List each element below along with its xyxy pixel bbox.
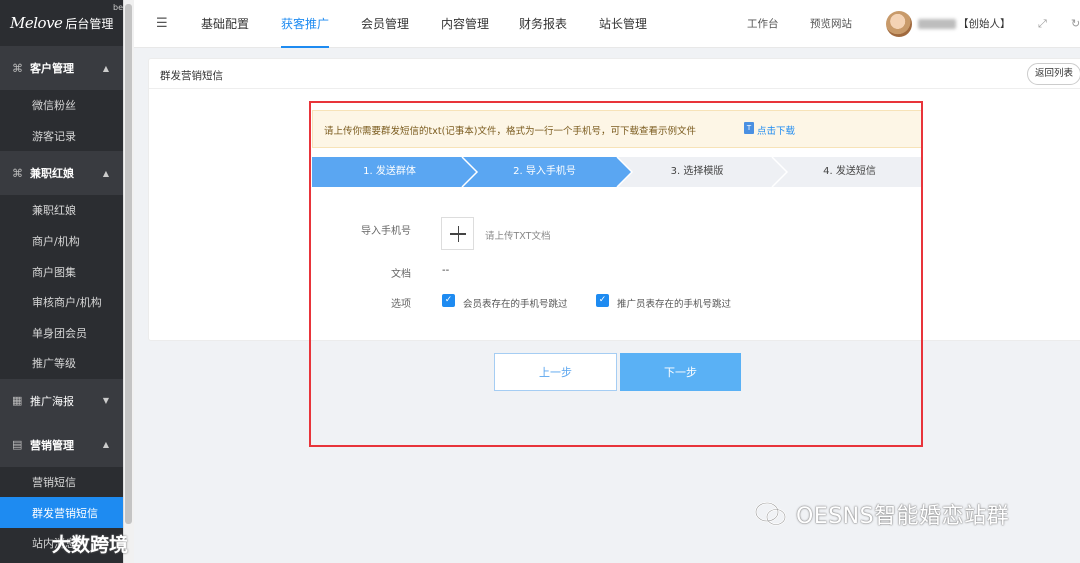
document-icon: T	[744, 122, 754, 134]
logo-script: Melove	[10, 14, 63, 32]
menu-toggle-icon[interactable]: ☰	[156, 16, 168, 31]
user-group-icon: ⌘	[12, 61, 23, 75]
sidebar-group-label: 推广海报	[30, 394, 74, 408]
tab-customer-acquisition[interactable]: 获客推广	[281, 0, 330, 48]
import-phone-label: 导入手机号	[361, 226, 411, 237]
skip-promoter-phones-label[interactable]: 推广员表存在的手机号跳过	[617, 296, 731, 310]
sidebar-item-visitor-records[interactable]: 游客记录	[0, 120, 123, 152]
sidebar-group-label: 客户管理	[30, 62, 74, 75]
sidebar-item-promo-levels[interactable]: 推广等级	[0, 348, 123, 379]
sidebar-group-label: 营销管理	[30, 438, 74, 452]
step-1: 1. 发送群体	[363, 166, 416, 177]
top-navbar: ☰ 基础配置 获客推广 会员管理 内容管理 财务报表 站长管理 工作台 预览网站…	[134, 0, 1080, 48]
sidebar-group-customer[interactable]: ⌘ 客户管理 ▲	[0, 46, 123, 90]
sidebar-group-matchmaker[interactable]: ⌘ 兼职红娘 ▲	[0, 151, 123, 196]
tab-content-management[interactable]: 内容管理	[441, 0, 489, 48]
sidebar-group-posters[interactable]: ▦ 推广海报 ▼	[0, 378, 123, 423]
back-to-list-button[interactable]: 返回列表	[1027, 63, 1080, 85]
tab-member-management[interactable]: 会员管理	[361, 0, 409, 48]
chevron-down-icon: ▼	[102, 396, 109, 406]
step-2: 2. 导入手机号	[513, 166, 576, 177]
previous-step-button[interactable]: 上一步	[494, 353, 617, 391]
refresh-icon[interactable]: ↻	[1071, 0, 1080, 48]
watermark-left-text: 大数跨境	[52, 534, 129, 556]
document-value: --	[442, 265, 450, 276]
page-title: 群发营销短信	[160, 70, 223, 82]
notice-banner: 请上传你需要群发短信的txt(记事本)文件，格式为一行一个手机号，可下载查看示例…	[312, 110, 922, 148]
avatar[interactable]	[886, 11, 912, 37]
options-label: 选项	[391, 299, 411, 310]
sidebar-scrollbar-thumb[interactable]	[125, 4, 132, 524]
document-label: 文档	[391, 269, 411, 280]
step-3: 3. 选择模版	[670, 166, 724, 177]
tab-basic-config[interactable]: 基础配置	[201, 0, 249, 48]
chevron-up-icon: ▲	[102, 168, 109, 178]
user-group-icon: ⌘	[12, 166, 23, 180]
tab-financial-reports[interactable]: 财务报表	[519, 0, 567, 48]
message-icon: ▤	[12, 438, 23, 452]
logo-badge: be	[113, 3, 123, 12]
download-example-link[interactable]: 点击下载	[757, 123, 795, 137]
skip-member-phones-label[interactable]: 会员表存在的手机号跳过	[463, 296, 568, 310]
sidebar-group-marketing[interactable]: ▤ 营销管理 ▲	[0, 422, 123, 467]
workbench-link[interactable]: 工作台	[747, 0, 779, 48]
sidebar-group-label: 兼职红娘	[30, 167, 74, 181]
sidebar-item-merchant-gallery[interactable]: 商户图集	[0, 256, 123, 287]
username-redacted	[918, 19, 956, 29]
next-step-button[interactable]: 下一步	[620, 353, 741, 391]
calendar-icon: ▦	[12, 394, 23, 408]
tab-admin-management[interactable]: 站长管理	[599, 0, 647, 48]
card-header: 群发营销短信 返回列表	[149, 59, 1080, 89]
logo-admin-text: 后台管理	[65, 16, 114, 31]
fullscreen-icon[interactable]: ⤢	[1038, 0, 1047, 48]
skip-member-phones-checkbox[interactable]: ✓	[442, 294, 455, 307]
sidebar-item-review-merchants[interactable]: 审核商户/机构	[0, 286, 123, 318]
logo[interactable]: Melove 后台管理 be	[0, 0, 123, 46]
wechat-watermark-icon	[755, 502, 786, 526]
content-card: 群发营销短信 返回列表	[148, 58, 1080, 341]
step-4: 4. 发送短信	[823, 166, 876, 177]
sidebar-item-bulk-sms[interactable]: 群发营销短信	[0, 497, 123, 528]
skip-promoter-phones-checkbox[interactable]: ✓	[596, 294, 609, 307]
chevron-up-icon: ▲	[102, 63, 109, 73]
upload-hint: 请上传TXT文档	[485, 231, 551, 242]
user-role[interactable]: 【创始人】	[958, 0, 1011, 48]
watermark-text: OESNS智能婚恋站群	[796, 504, 1010, 529]
chevron-up-icon: ▲	[102, 440, 109, 450]
preview-site-link[interactable]: 预览网站	[810, 0, 852, 48]
notice-text: 请上传你需要群发短信的txt(记事本)文件，格式为一行一个手机号，可下载查看示例…	[324, 126, 696, 137]
sidebar-item-marketing-sms[interactable]: 营销短信	[0, 466, 123, 498]
sidebar-item-matchmaker[interactable]: 兼职红娘	[0, 195, 123, 226]
sidebar-item-merchants[interactable]: 商户/机构	[0, 225, 123, 257]
step-progress: 1. 发送群体 2. 导入手机号 3. 选择模版 4. 发送短信	[312, 157, 922, 187]
sidebar: Melove 后台管理 be ⌘ 客户管理 ▲ 微信粉丝 游客记录 ⌘ 兼职红娘…	[0, 0, 123, 563]
upload-button[interactable]	[441, 217, 474, 250]
sidebar-item-singles-members[interactable]: 单身团会员	[0, 317, 123, 349]
sidebar-item-wechat-fans[interactable]: 微信粉丝	[0, 90, 123, 121]
